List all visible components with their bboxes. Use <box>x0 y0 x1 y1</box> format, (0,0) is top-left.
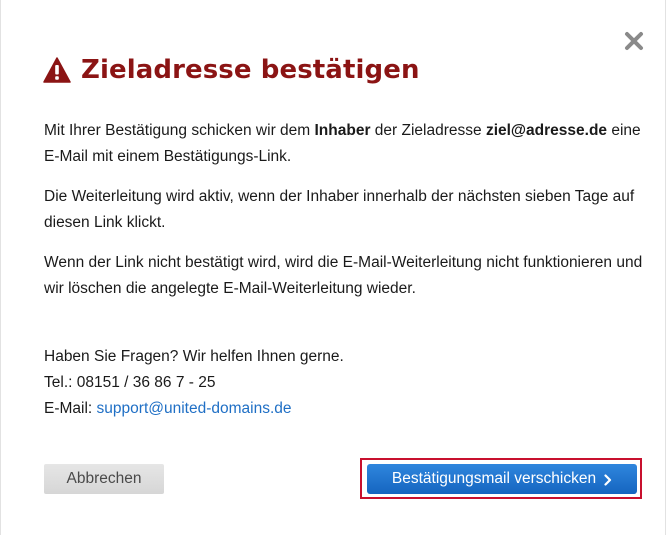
target-address: ziel@adresse.de <box>485 122 608 139</box>
contact-phone: Tel.: 08151 / 36 86 7 - 25 <box>44 374 216 391</box>
send-button-label: Bestätigungsmail verschicken <box>391 470 597 487</box>
dialog-title: Zieladresse bestätigen <box>81 55 420 85</box>
owner-label: Inhaber <box>314 122 371 139</box>
dialog-body: Mit Ihrer Bestätigung schicken wir dem I… <box>44 118 644 316</box>
contact-info: Haben Sie Fragen? Wir helfen Ihnen gerne… <box>44 344 344 422</box>
paragraph-failure-info: Wenn der Link nicht bestätigt wird, wird… <box>44 254 643 297</box>
cancel-button[interactable]: Abbrechen <box>44 464 164 494</box>
contact-question: Haben Sie Fragen? Wir helfen Ihnen gerne… <box>44 348 344 365</box>
chevron-right-icon <box>604 473 612 486</box>
paragraph-activation-info: Die Weiterleitung wird aktiv, wenn der I… <box>44 188 635 231</box>
close-icon[interactable] <box>623 30 645 52</box>
paragraph-confirmation-info: Mit Ihrer Bestätigung schicken wir dem I… <box>44 122 641 165</box>
confirm-target-address-dialog: Zieladresse bestätigen Mit Ihrer Bestäti… <box>0 0 666 535</box>
warning-triangle-icon <box>43 57 71 83</box>
send-confirmation-mail-button[interactable]: Bestätigungsmail verschicken <box>367 464 637 494</box>
support-email-link[interactable]: support@united-domains.de <box>97 400 292 417</box>
contact-email: E-Mail: support@united-domains.de <box>44 400 292 417</box>
dialog-header: Zieladresse bestätigen <box>43 50 420 90</box>
